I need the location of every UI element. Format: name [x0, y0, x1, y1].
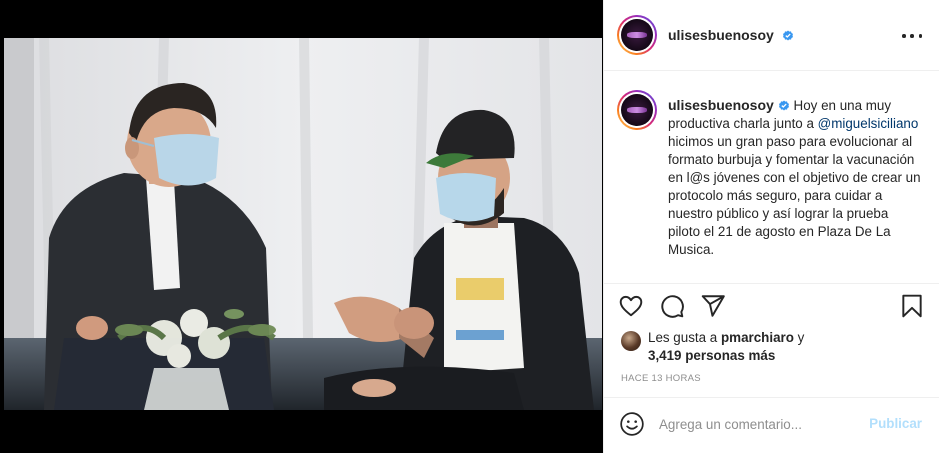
likes-suffix: y: [797, 330, 805, 345]
caption-mention-link[interactable]: @miguelsiciliano: [818, 116, 919, 131]
likes-summary: Les gusta a pmarchiaro y 3,419 personas …: [621, 329, 931, 369]
liker-username[interactable]: pmarchiaro: [721, 330, 794, 345]
smiley-icon[interactable]: [619, 411, 645, 437]
likes-text: Les gusta a pmarchiaro y: [648, 330, 804, 345]
post-sidebar: ulisesbuenosoy ulisesbuenosoy Hoy en una…: [603, 0, 939, 453]
comment-input[interactable]: [659, 414, 859, 434]
post-actions: [604, 287, 939, 327]
post-timestamp[interactable]: HACE 13 HORAS: [621, 373, 701, 384]
heart-icon[interactable]: [618, 293, 644, 319]
photo-letterbox: [0, 410, 603, 453]
post-header: ulisesbuenosoy: [604, 0, 939, 71]
author-avatar[interactable]: [617, 15, 657, 55]
avatar-ring: [619, 92, 655, 128]
more-dot: [918, 34, 922, 38]
publish-button[interactable]: Publicar: [869, 416, 922, 431]
post-photo-illustration: [4, 38, 602, 410]
avatar-image: [621, 19, 653, 51]
author-username[interactable]: ulisesbuenosoy: [668, 27, 794, 43]
post-media-pane: [0, 0, 603, 453]
comment-bubble-icon[interactable]: [659, 293, 685, 319]
caption-username[interactable]: ulisesbuenosoy: [668, 97, 774, 113]
avatar-image: [621, 94, 653, 126]
more-options-icon[interactable]: [902, 26, 922, 46]
liker-avatar[interactable]: [621, 331, 641, 351]
post-photo[interactable]: [4, 38, 602, 410]
likes-prefix: Les gusta a: [648, 330, 718, 345]
caption-body-end: hicimos un gran paso para evolucionar al…: [668, 134, 921, 257]
author-username-text[interactable]: ulisesbuenosoy: [668, 27, 774, 43]
caption-text: ulisesbuenosoy Hoy en una muy productiva…: [668, 96, 924, 259]
verified-badge-icon: [782, 30, 793, 41]
avatar-ring: [619, 17, 655, 53]
likes-count[interactable]: 3,419 personas más: [648, 348, 775, 363]
verified-badge-icon: [778, 100, 789, 111]
post-caption: ulisesbuenosoy Hoy en una muy productiva…: [604, 72, 939, 284]
add-comment-bar: Publicar: [604, 397, 939, 453]
paper-plane-icon[interactable]: [700, 293, 726, 319]
more-dot: [902, 34, 906, 38]
more-dot: [910, 34, 914, 38]
caption-author-avatar[interactable]: [617, 90, 657, 130]
bookmark-icon[interactable]: [899, 293, 925, 319]
